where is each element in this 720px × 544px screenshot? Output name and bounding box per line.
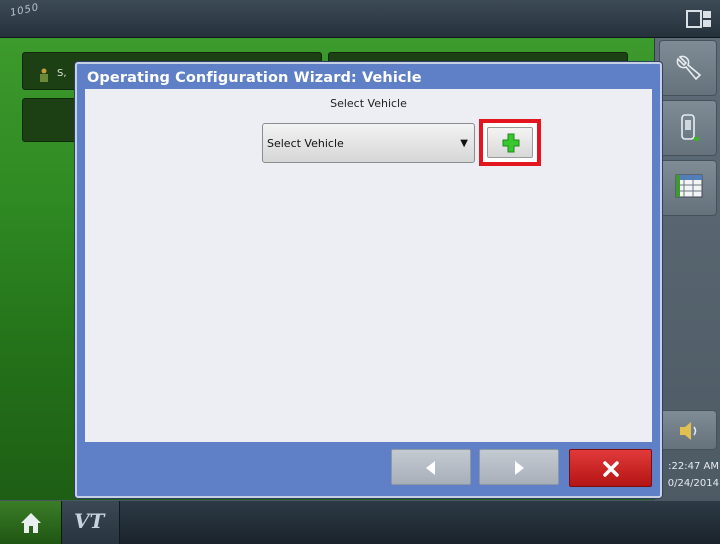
clock-time: :22:47 AM — [668, 461, 719, 472]
speaker-icon — [680, 422, 697, 440]
clock-display: :22:47 AM 0/24/2014 — [655, 458, 720, 492]
dialog-title: Operating Configuration Wizard: Vehicle — [87, 70, 422, 86]
add-vehicle-button[interactable] — [487, 127, 533, 158]
virtual-terminal-button[interactable]: VT — [62, 501, 120, 544]
home-icon — [21, 513, 41, 533]
grid-icon — [675, 174, 703, 198]
screen-layout-icon[interactable] — [686, 10, 712, 28]
tools-button[interactable] — [659, 40, 717, 96]
right-sidebar: :22:47 AM 0/24/2014 — [654, 38, 720, 500]
operating-configuration-wizard-dialog: Operating Configuration Wizard: Vehicle … — [75, 62, 662, 498]
select-vehicle-label: Select Vehicle — [330, 97, 407, 110]
vehicle-select-value: Select Vehicle — [267, 137, 344, 150]
next-button[interactable] — [479, 449, 559, 485]
green-plus-icon — [502, 133, 520, 153]
right-arrow-icon — [515, 461, 524, 475]
clock-date: 0/24/2014 — [667, 478, 719, 489]
layout-button[interactable] — [659, 160, 717, 216]
x-icon — [603, 461, 619, 477]
display-button[interactable] — [659, 100, 717, 156]
dropdown-arrow-icon: ▼ — [460, 138, 468, 149]
wrench-icon — [676, 55, 702, 81]
cancel-button[interactable] — [569, 449, 652, 487]
add-vehicle-highlight — [479, 119, 541, 166]
back-button[interactable] — [391, 449, 471, 485]
bottom-nav-bar: VT — [0, 500, 720, 544]
audio-button[interactable] — [659, 410, 717, 450]
operator-icon — [40, 68, 48, 82]
home-button[interactable] — [0, 501, 62, 544]
background-tab-label: S, — [57, 68, 67, 79]
display-monitor-icon — [681, 114, 699, 141]
dialog-body: Select Vehicle Select Vehicle ▼ — [85, 89, 652, 442]
left-arrow-icon — [426, 461, 435, 475]
vehicle-select-dropdown[interactable]: Select Vehicle ▼ — [262, 123, 475, 163]
dialog-footer — [85, 442, 652, 492]
logo: 1050 — [9, 2, 41, 19]
background-panel — [22, 98, 80, 142]
top-status-bar: 1050 — [0, 0, 720, 38]
